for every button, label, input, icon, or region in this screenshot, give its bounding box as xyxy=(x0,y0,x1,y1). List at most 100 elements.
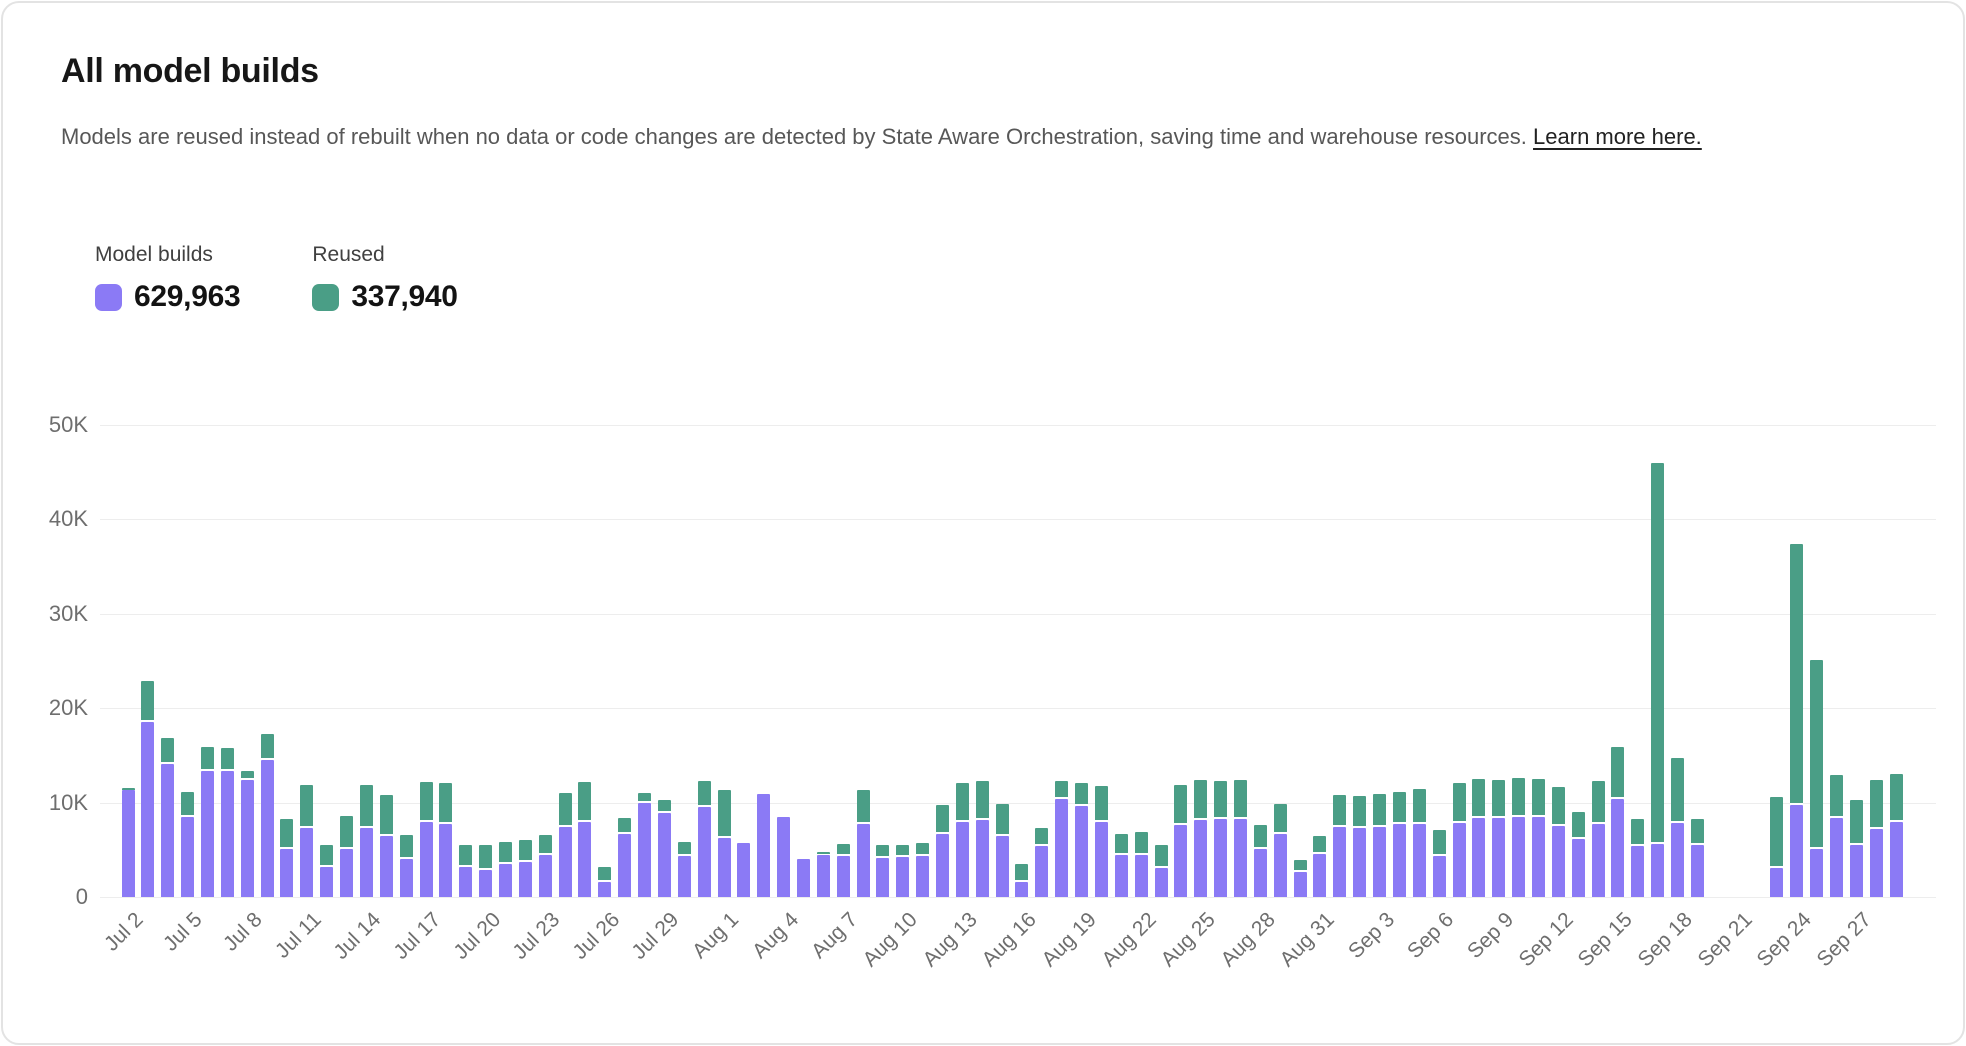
bar-model-builds[interactable] xyxy=(578,822,591,898)
bar-reused[interactable] xyxy=(261,734,274,760)
bar-model-builds[interactable] xyxy=(380,836,393,897)
bar-model-builds[interactable] xyxy=(439,824,452,897)
bar-model-builds[interactable] xyxy=(1552,826,1565,897)
bar-model-builds[interactable] xyxy=(1174,825,1187,897)
bar-model-builds[interactable] xyxy=(817,855,830,898)
bar-model-builds[interactable] xyxy=(797,859,810,897)
bar-reused[interactable] xyxy=(1373,794,1386,827)
bar-reused[interactable] xyxy=(161,738,174,764)
bar-reused[interactable] xyxy=(420,782,433,823)
bar-reused[interactable] xyxy=(1095,786,1108,823)
bar-reused[interactable] xyxy=(360,785,373,828)
bar-reused[interactable] xyxy=(1790,544,1803,805)
bar-model-builds[interactable] xyxy=(1393,824,1406,897)
bar-reused[interactable] xyxy=(1850,800,1863,845)
bar-model-builds[interactable] xyxy=(559,827,572,897)
bar-reused[interactable] xyxy=(1770,797,1783,868)
bar-model-builds[interactable] xyxy=(1194,820,1207,897)
bar-model-builds[interactable] xyxy=(1155,868,1168,897)
bar-model-builds[interactable] xyxy=(161,764,174,897)
bar-reused[interactable] xyxy=(1532,779,1545,817)
bar-reused[interactable] xyxy=(1254,825,1267,849)
bar-reused[interactable] xyxy=(1214,781,1227,819)
bar-model-builds[interactable] xyxy=(618,834,631,897)
bar-model-builds[interactable] xyxy=(698,807,711,897)
bar-model-builds[interactable] xyxy=(638,803,651,897)
bar-model-builds[interactable] xyxy=(1850,845,1863,897)
bar-model-builds[interactable] xyxy=(499,864,512,897)
bar-reused[interactable] xyxy=(320,845,333,867)
bar-model-builds[interactable] xyxy=(1274,834,1287,897)
bar-model-builds[interactable] xyxy=(221,771,234,898)
bar-reused[interactable] xyxy=(1592,781,1605,824)
bar-model-builds[interactable] xyxy=(837,856,850,897)
bar-model-builds[interactable] xyxy=(956,822,969,898)
bar-reused[interactable] xyxy=(1174,785,1187,826)
bar-reused[interactable] xyxy=(578,782,591,822)
bar-reused[interactable] xyxy=(1651,463,1664,844)
bar-reused[interactable] xyxy=(996,804,1009,836)
bar-model-builds[interactable] xyxy=(181,817,194,897)
bar-model-builds[interactable] xyxy=(1691,845,1704,897)
bar-model-builds[interactable] xyxy=(340,849,353,897)
bar-model-builds[interactable] xyxy=(122,790,135,897)
bar-reused[interactable] xyxy=(221,748,234,771)
bar-model-builds[interactable] xyxy=(777,817,790,897)
bar-reused[interactable] xyxy=(559,793,572,827)
bar-reused[interactable] xyxy=(459,845,472,867)
bar-model-builds[interactable] xyxy=(1333,827,1346,897)
bar-model-builds[interactable] xyxy=(1433,856,1446,898)
bar-reused[interactable] xyxy=(380,795,393,836)
bar-model-builds[interactable] xyxy=(1472,818,1485,897)
bar-reused[interactable] xyxy=(1890,774,1903,822)
bar-model-builds[interactable] xyxy=(996,836,1009,897)
bar-reused[interactable] xyxy=(1552,787,1565,827)
bar-model-builds[interactable] xyxy=(896,857,909,897)
bar-model-builds[interactable] xyxy=(1313,854,1326,897)
bar-model-builds[interactable] xyxy=(300,828,313,897)
bar-model-builds[interactable] xyxy=(876,858,889,897)
bar-reused[interactable] xyxy=(141,681,154,723)
bar-reused[interactable] xyxy=(936,805,949,833)
bar-reused[interactable] xyxy=(1572,812,1585,838)
bar-model-builds[interactable] xyxy=(539,855,552,898)
bar-reused[interactable] xyxy=(1075,783,1088,807)
bar-reused[interactable] xyxy=(1393,792,1406,824)
bar-reused[interactable] xyxy=(718,790,731,837)
bar-model-builds[interactable] xyxy=(1492,818,1505,897)
bar-model-builds[interactable] xyxy=(1115,855,1128,898)
bar-model-builds[interactable] xyxy=(1035,846,1048,897)
bar-reused[interactable] xyxy=(122,788,135,790)
bar-model-builds[interactable] xyxy=(1830,818,1843,897)
bar-model-builds[interactable] xyxy=(459,867,472,897)
bar-model-builds[interactable] xyxy=(141,722,154,897)
bar-reused[interactable] xyxy=(519,840,532,862)
bar-model-builds[interactable] xyxy=(1095,822,1108,897)
bar-reused[interactable] xyxy=(1870,780,1883,829)
bar-reused[interactable] xyxy=(1512,778,1525,817)
bar-model-builds[interactable] xyxy=(261,760,274,897)
bar-reused[interactable] xyxy=(400,835,413,860)
bar-reused[interactable] xyxy=(479,845,492,870)
bar-model-builds[interactable] xyxy=(241,780,254,897)
bar-model-builds[interactable] xyxy=(1373,827,1386,897)
bar-model-builds[interactable] xyxy=(1234,819,1247,897)
bar-model-builds[interactable] xyxy=(1135,855,1148,898)
bar-reused[interactable] xyxy=(1433,830,1446,856)
bar-model-builds[interactable] xyxy=(1353,828,1366,897)
bar-model-builds[interactable] xyxy=(1254,849,1267,897)
bar-model-builds[interactable] xyxy=(360,828,373,897)
bar-reused[interactable] xyxy=(1155,845,1168,868)
bar-model-builds[interactable] xyxy=(280,849,293,897)
bar-model-builds[interactable] xyxy=(1631,846,1644,897)
bar-reused[interactable] xyxy=(1492,780,1505,818)
bar-model-builds[interactable] xyxy=(519,862,532,897)
bar-model-builds[interactable] xyxy=(658,813,671,897)
bar-model-builds[interactable] xyxy=(1890,822,1903,897)
bar-model-builds[interactable] xyxy=(1572,839,1585,898)
bar-reused[interactable] xyxy=(1234,780,1247,819)
bar-model-builds[interactable] xyxy=(757,794,770,897)
bar-model-builds[interactable] xyxy=(320,867,333,897)
bar-reused[interactable] xyxy=(300,785,313,828)
bar-reused[interactable] xyxy=(340,816,353,849)
